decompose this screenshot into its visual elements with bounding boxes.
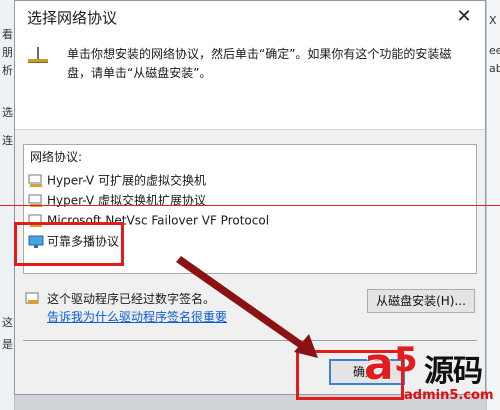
watermark-5: 5	[394, 340, 418, 380]
watermark-url: admin5.com	[404, 388, 494, 403]
watermark-chinese: 源码	[424, 354, 483, 389]
site-watermark: a 5 源码 admin5.com	[364, 340, 500, 410]
